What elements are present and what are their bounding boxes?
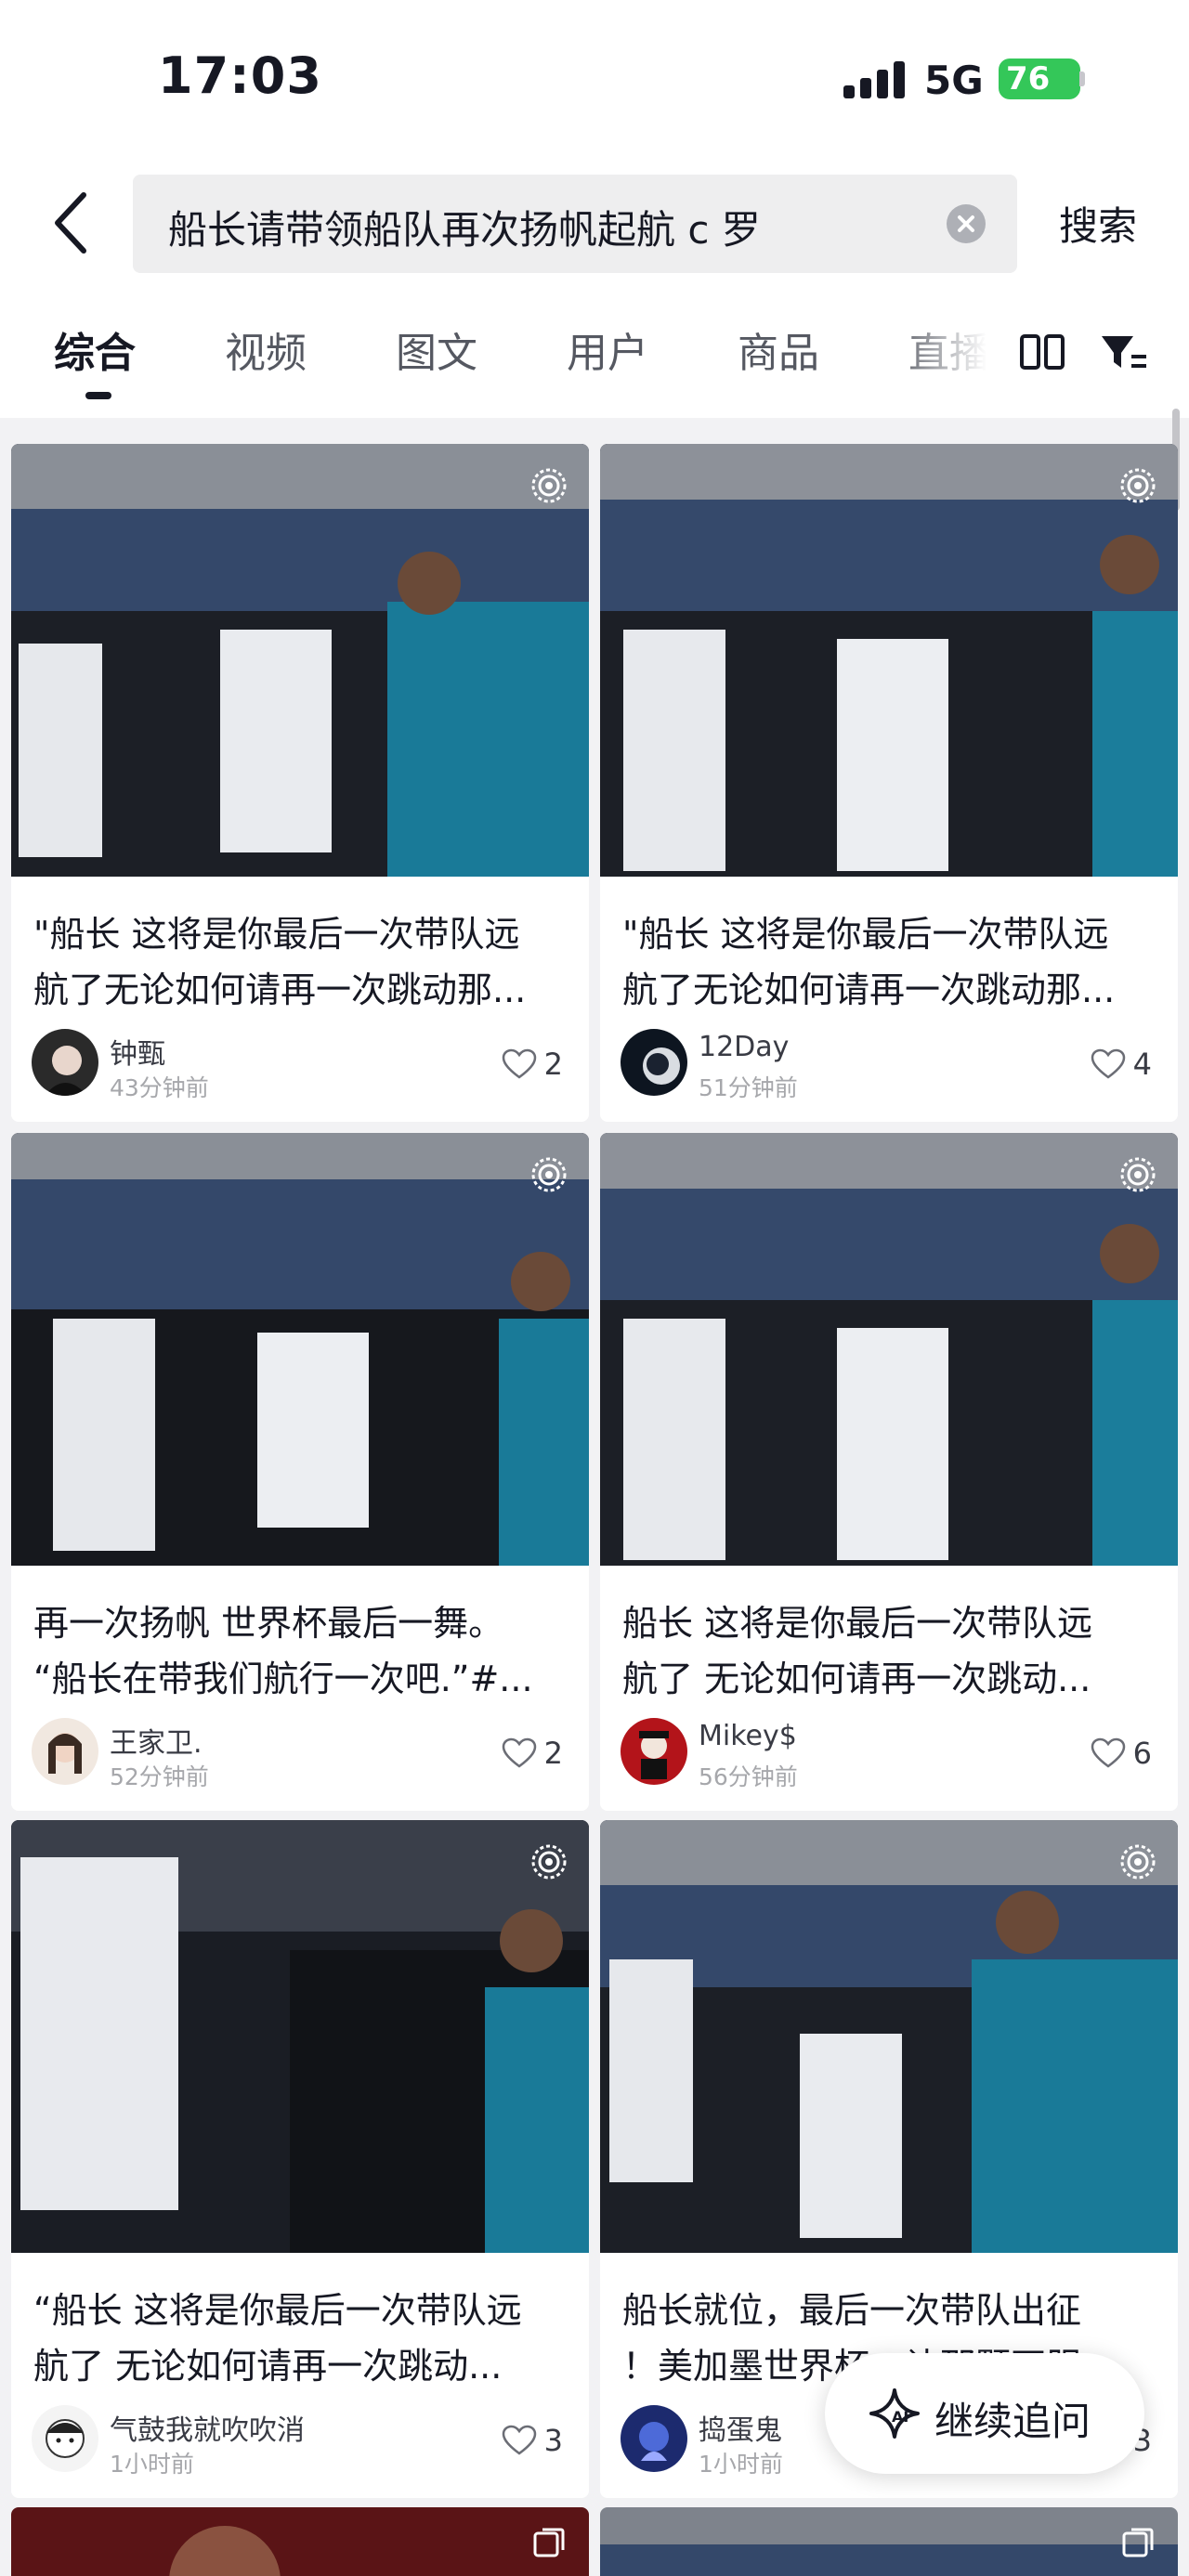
heart-icon [502,1737,536,1768]
video-thumbnail[interactable] [600,444,1178,877]
gallery-icon [533,2528,565,2557]
avatar[interactable] [32,1718,98,1785]
heart-icon [502,1048,536,1079]
video-thumbnail[interactable] [600,1133,1178,1566]
heart-icon [502,2425,536,2455]
filter-icon[interactable] [1096,325,1152,381]
video-thumbnail[interactable] [11,1133,589,1566]
clear-button[interactable] [947,204,986,243]
avatar[interactable] [621,1029,687,1096]
tab-video[interactable]: 视频 [225,319,307,379]
back-button[interactable] [46,186,102,260]
live-photo-icon [1120,468,1156,503]
search-header: 船长请带领船队再次扬帆起航 c 罗 搜索 [0,158,1189,288]
author-name[interactable]: 钟甄 [110,1031,165,1072]
video-thumbnail[interactable] [11,2507,589,2576]
signal-icon [843,59,907,98]
card-title: "船长 这将是你最后一次带队远 航了无论如何请再一次跳动那... [33,914,527,1010]
live-photo-icon [1120,1157,1156,1192]
network-type: 5G [924,58,984,103]
avatar[interactable] [621,2405,687,2472]
video-thumbnail[interactable] [600,1820,1178,2253]
avatar[interactable] [32,2405,98,2472]
author-name[interactable]: 气鼓我就吹吹消 [110,2407,305,2448]
post-time: 51分钟前 [699,1074,798,1101]
gallery-icon [1122,2528,1154,2557]
ai-sparkle-icon: AI [869,2388,920,2439]
active-tab-indicator [85,392,111,399]
live-photo-icon [1120,1844,1156,1880]
post-time: 52分钟前 [110,1763,209,1790]
search-query[interactable]: 船长请带领船队再次扬帆起航 c 罗 [168,199,761,255]
result-card[interactable] [600,2507,1178,2576]
like-count[interactable]: 4 [1091,1046,1152,1083]
avatar[interactable] [32,1029,98,1096]
live-photo-icon [531,468,567,503]
video-thumbnail[interactable] [11,444,589,877]
video-thumbnail[interactable] [600,2507,1178,2576]
like-count[interactable]: 2 [502,1046,563,1083]
result-card[interactable]: 再一次扬帆 世界杯最后一舞。 “船长在带我们航行一次吧.”#... 王家卫. 5… [11,1133,589,1811]
result-card[interactable]: "船长 这将是你最后一次带队远 航了无论如何请再一次跳动那... 钟甄 43分钟… [11,444,589,1122]
follow-up-button[interactable]: AI 继续追问 [825,2353,1144,2474]
result-card[interactable] [11,2507,589,2576]
post-time: 56分钟前 [699,1763,798,1790]
author-name[interactable]: 王家卫. [110,1720,203,1761]
search-button[interactable]: 搜索 [1059,195,1137,252]
live-photo-icon [531,1157,567,1192]
like-count[interactable]: 6 [1091,1735,1152,1772]
post-time: 1小时前 [699,2451,783,2478]
author-name[interactable]: 12Day [699,1031,789,1063]
card-title: "船长 这将是你最后一次带队远 航了无论如何请再一次跳动那... [622,914,1116,1010]
post-time: 43分钟前 [110,1074,209,1101]
card-title: 再一次扬帆 世界杯最后一舞。 “船长在带我们航行一次吧.”#... [33,1603,533,1699]
status-bar: 17:03 5G 76 [0,0,1189,158]
like-count[interactable]: 2 [502,1735,563,1772]
avatar[interactable] [621,1718,687,1785]
tab-comprehensive[interactable]: 综合 [54,319,136,379]
result-card[interactable]: "船长 这将是你最后一次带队远 航了无论如何请再一次跳动那... 12Day 5… [600,444,1178,1122]
live-photo-icon [531,1844,567,1880]
author-name[interactable]: 捣蛋鬼 [699,2407,782,2448]
svg-text:AI: AI [892,2408,908,2426]
search-input[interactable]: 船长请带领船队再次扬帆起航 c 罗 [133,175,1017,273]
result-tabs: 综合 视频 图文 用户 商品 直播 [0,288,1189,418]
battery-level: 76 [999,59,1080,99]
heart-icon [1091,1048,1125,1079]
status-time: 17:03 [158,46,322,105]
like-count[interactable]: 3 [502,2422,563,2459]
tab-image-text[interactable]: 图文 [396,319,477,379]
back-arrow-icon [55,192,86,254]
clear-icon [958,215,974,232]
result-card[interactable]: 船长 这将是你最后一次带队远 航了 无论如何请再一次跳动... Mikey$ 5… [600,1133,1178,1811]
heart-icon [1091,1737,1125,1768]
video-thumbnail[interactable] [11,1820,589,2253]
battery-icon [1079,72,1085,86]
author-name[interactable]: Mikey$ [699,1720,797,1752]
post-time: 1小时前 [110,2451,194,2478]
card-title: “船长 这将是你最后一次带队远 航了 无论如何请再一次跳动... [33,2290,522,2387]
card-title: 船长 这将是你最后一次带队远 航了 无论如何请再一次跳动... [622,1603,1093,1699]
result-card[interactable]: “船长 这将是你最后一次带队远 航了 无论如何请再一次跳动... 气鼓我就吹吹消… [11,1820,589,2498]
tab-users[interactable]: 用户 [567,319,648,379]
tab-products[interactable]: 商品 [738,319,819,379]
follow-up-label: 继续追问 [934,2399,1091,2444]
double-column-icon[interactable] [1014,325,1070,381]
